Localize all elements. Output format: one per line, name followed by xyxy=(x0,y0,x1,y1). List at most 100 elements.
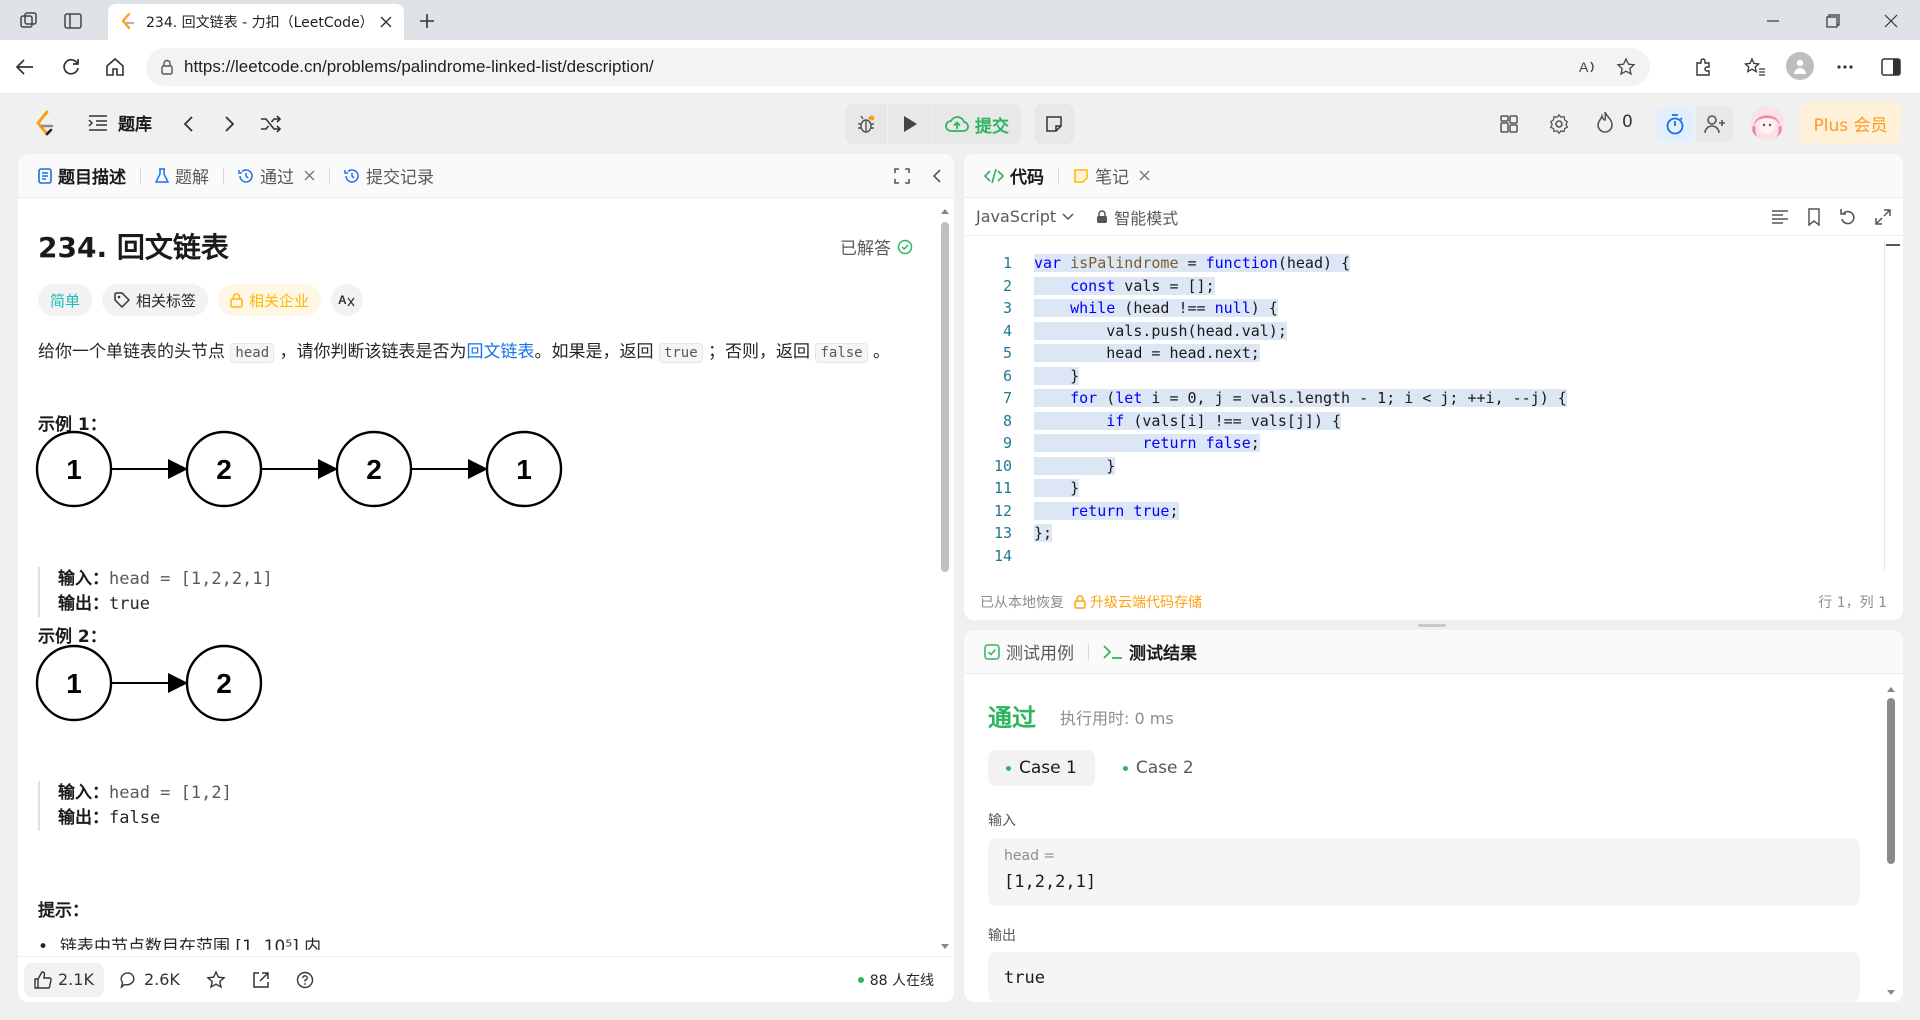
maximize-icon[interactable] xyxy=(1875,208,1891,225)
more-menu-icon[interactable] xyxy=(1832,54,1858,80)
code-line[interactable]: 4 vals.push(head.val); xyxy=(964,320,1884,343)
panel-resize-handle[interactable] xyxy=(1418,624,1446,627)
comments-button[interactable]: 2.6K xyxy=(110,963,190,997)
sidebar-toggle-icon[interactable] xyxy=(1878,54,1904,80)
code-line[interactable]: 13}; xyxy=(964,522,1884,545)
problem-list-button[interactable]: 题库 xyxy=(88,110,152,135)
like-button[interactable]: 2.1K xyxy=(24,962,104,997)
back-icon[interactable] xyxy=(12,54,38,80)
tab-solutions[interactable]: 题解 xyxy=(147,154,217,198)
tab-code[interactable]: 代码 xyxy=(976,154,1052,198)
scrollbar-thumb[interactable] xyxy=(1887,698,1895,864)
settings-gear-icon[interactable] xyxy=(1546,111,1572,137)
close-tab-accepted-icon[interactable] xyxy=(304,170,315,181)
browser-tab-strip: 234. 回文链表 - 力扣（LeetCode） xyxy=(0,0,1920,40)
random-problem-icon[interactable] xyxy=(258,112,284,136)
code-line[interactable]: 7 for (let i = 0, j = vals.length - 1; i… xyxy=(964,387,1884,410)
share-button[interactable] xyxy=(242,963,280,997)
code-editor[interactable]: 1 var isPalindrome = function(head) {2 co… xyxy=(964,244,1884,565)
results-scrollbar[interactable] xyxy=(1886,684,1896,998)
leetcode-logo-icon[interactable] xyxy=(30,108,60,140)
prev-problem-icon[interactable] xyxy=(176,112,200,136)
input-label: 输入： xyxy=(58,783,109,803)
timer-button[interactable] xyxy=(1656,106,1694,142)
browser-tab-active[interactable]: 234. 回文链表 - 力扣（LeetCode） xyxy=(108,4,404,40)
tab-accepted[interactable]: 通过 xyxy=(230,154,323,198)
companies-button[interactable]: 相关企业 xyxy=(218,284,322,316)
code-line[interactable]: 12 return true; xyxy=(964,500,1884,523)
translate-button[interactable]: A xyxy=(331,284,364,316)
leetcode-favicon-icon xyxy=(120,13,136,31)
minimize-icon[interactable] xyxy=(1760,8,1786,34)
scrollbar-thumb[interactable] xyxy=(941,222,949,572)
code-text: if (vals[i] !== vals[j]) { xyxy=(1034,410,1342,433)
notes-button[interactable] xyxy=(1034,104,1074,144)
site-info-lock-icon[interactable] xyxy=(160,59,174,75)
read-aloud-icon[interactable]: A xyxy=(1578,58,1598,76)
editor-toolbar: JavaScript 智能模式 xyxy=(964,198,1903,236)
tab-testcases[interactable]: 测试用例 xyxy=(976,630,1082,674)
run-button[interactable] xyxy=(888,104,932,144)
home-icon[interactable] xyxy=(102,54,128,80)
restore-icon[interactable] xyxy=(1820,8,1846,34)
favorite-star-icon[interactable] xyxy=(1616,57,1636,77)
bookmark-icon[interactable] xyxy=(1807,207,1821,226)
cloud-upload-icon xyxy=(945,115,969,133)
reset-code-icon[interactable] xyxy=(1839,208,1857,226)
code-line[interactable]: 9 return false; xyxy=(964,432,1884,455)
upgrade-cloud-storage-link[interactable]: 升级云端代码存储 xyxy=(1074,592,1202,612)
add-user-icon xyxy=(1704,114,1726,134)
vertical-tabs-icon[interactable] xyxy=(60,8,86,34)
code-line[interactable]: 5 head = head.next; xyxy=(964,342,1884,365)
code-line[interactable]: 1 var isPalindrome = function(head) { xyxy=(964,252,1884,275)
topic-tags-button[interactable]: 相关标签 xyxy=(102,284,209,316)
refresh-icon[interactable] xyxy=(58,54,84,80)
code-line[interactable]: 8 if (vals[i] !== vals[j]) { xyxy=(964,410,1884,433)
code-brackets-icon xyxy=(984,168,1004,184)
workspaces-icon[interactable] xyxy=(16,8,42,34)
code-line[interactable]: 10 } xyxy=(964,455,1884,478)
tab-test-results[interactable]: 测试结果 xyxy=(1095,630,1205,674)
tab-description[interactable]: 题目描述 xyxy=(30,154,134,198)
code-text: } xyxy=(1034,366,1080,385)
code-line[interactable]: 2 const vals = []; xyxy=(964,275,1884,298)
profile-avatar-icon[interactable] xyxy=(1786,52,1814,80)
submit-button[interactable]: 提交 xyxy=(933,104,1021,144)
line-number: 11 xyxy=(993,479,1012,497)
favorites-list-icon[interactable] xyxy=(1742,54,1768,80)
url-field[interactable]: https://leetcode.cn/problems/palindrome-… xyxy=(146,48,1650,86)
new-tab-icon[interactable] xyxy=(414,8,440,34)
plus-membership-button[interactable]: Plus 会员 xyxy=(1800,102,1901,144)
case-tab-2[interactable]: Case 2 xyxy=(1105,750,1212,786)
window-close-icon[interactable] xyxy=(1878,8,1904,34)
difficulty-tag[interactable]: 简单 xyxy=(38,284,93,316)
extensions-icon[interactable] xyxy=(1690,54,1716,80)
close-tab-notes-icon[interactable] xyxy=(1139,170,1150,181)
debug-button[interactable] xyxy=(845,104,887,144)
streak-counter[interactable]: 0 xyxy=(1596,111,1633,133)
code-line[interactable]: 11 } xyxy=(964,477,1884,500)
format-code-icon[interactable] xyxy=(1771,209,1789,225)
collapse-panel-icon[interactable] xyxy=(932,168,942,184)
palindrome-link[interactable]: 回文链表 xyxy=(467,342,535,362)
close-tab-icon[interactable] xyxy=(380,16,392,28)
code-line[interactable]: 3 while (head !== null) { xyxy=(964,297,1884,320)
language-select[interactable]: JavaScript xyxy=(976,207,1074,226)
smart-mode-toggle[interactable]: 智能模式 xyxy=(1096,205,1178,229)
tab-notes[interactable]: 笔记 xyxy=(1065,154,1158,198)
next-problem-icon[interactable] xyxy=(218,112,242,136)
description-scrollbar[interactable] xyxy=(940,206,950,952)
invite-button[interactable] xyxy=(1696,106,1734,142)
tab-submissions[interactable]: 提交记录 xyxy=(336,154,442,198)
input-box: head = [1,2,2,1] xyxy=(988,838,1860,906)
layout-grid-icon[interactable] xyxy=(1496,111,1522,137)
code-line[interactable]: 6 } xyxy=(964,365,1884,388)
code-line[interactable]: 14 xyxy=(964,545,1884,568)
tab-divider xyxy=(1058,167,1059,184)
star-button[interactable] xyxy=(196,963,236,997)
user-avatar[interactable] xyxy=(1750,106,1784,140)
editor-scroll-marker[interactable] xyxy=(1886,244,1900,246)
fullscreen-icon[interactable] xyxy=(894,167,910,184)
case-tab-1[interactable]: Case 1 xyxy=(988,750,1095,786)
help-button[interactable] xyxy=(286,963,324,997)
